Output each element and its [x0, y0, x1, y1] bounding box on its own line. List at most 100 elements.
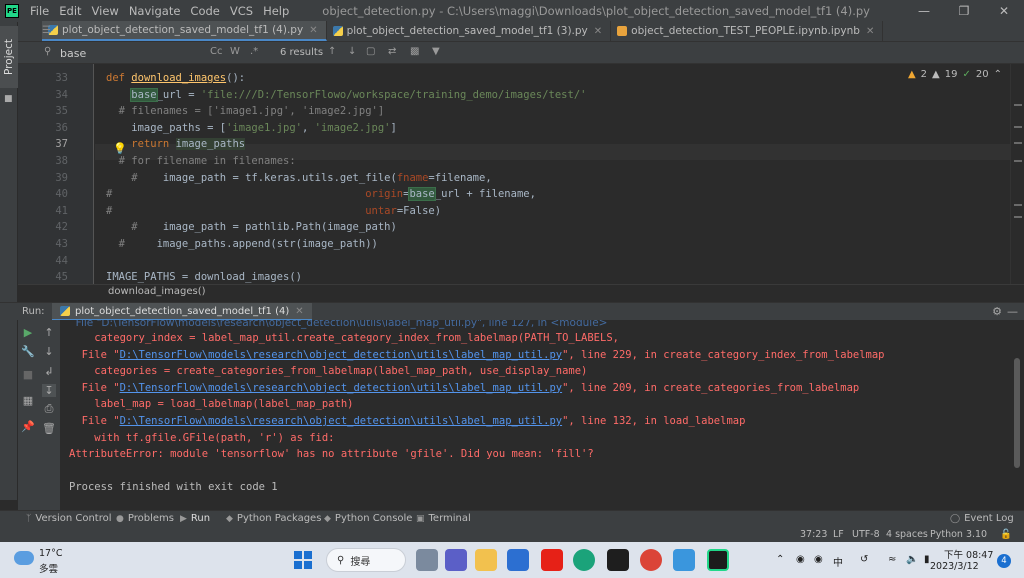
soft-wrap-icon[interactable]: ↲ — [42, 365, 56, 378]
close-tab-icon[interactable]: ✕ — [295, 306, 303, 317]
start-button[interactable] — [294, 551, 312, 569]
speaker-icon[interactable]: 🔈 — [906, 554, 918, 565]
close-tab-icon[interactable]: ✕ — [309, 25, 317, 36]
menu-view[interactable]: View — [87, 0, 124, 22]
print-icon[interactable]: ⎙ — [42, 402, 56, 416]
gear-icon[interactable]: ⚙ — [992, 305, 1002, 318]
menu-edit[interactable]: Edit — [54, 0, 86, 22]
console-scroll-thumb[interactable] — [1014, 358, 1020, 468]
menu-code[interactable]: Code — [185, 0, 224, 22]
whole-words-button[interactable]: W — [230, 46, 240, 57]
breadcrumb-function[interactable]: download_images() — [108, 286, 206, 297]
file-link[interactable]: D:\TensorFlow\models\research\object_det… — [120, 415, 563, 427]
weather-description[interactable]: 多雲 — [39, 561, 58, 575]
python-interpreter[interactable]: Python 3.10 — [930, 529, 987, 540]
scroll-to-end-icon[interactable]: ↧ — [42, 384, 56, 397]
pycharm-logo-icon[interactable]: PE — [5, 4, 19, 18]
microsoft-store-icon[interactable] — [507, 549, 529, 571]
tray-app-icon[interactable]: ◉ — [796, 554, 805, 565]
python-packages-tool[interactable]: ◆ Python Packages — [226, 513, 321, 524]
tab-list-icon[interactable]: ☰ — [42, 25, 51, 36]
inspections-widget[interactable]: ▲ 2 ▲ 19 ✓ 20 ⌃ — [908, 69, 1002, 80]
tray-overflow-icon[interactable]: ⌃ — [776, 554, 784, 565]
wrench-icon[interactable]: 🔧 — [21, 345, 35, 358]
select-all-occurrences-icon[interactable]: ▢ — [366, 46, 375, 57]
up-arrow-icon[interactable]: ↑ — [42, 326, 56, 339]
wifi-icon[interactable]: ≈ — [888, 554, 896, 565]
code-editor[interactable]: 33 34 35 36 37 38 39 40 41 42 43 44 45 💡 def downloa… — [18, 64, 1024, 284]
chrome-icon[interactable] — [640, 549, 662, 571]
ime-mode-icon[interactable]: ↺ — [860, 554, 868, 565]
notepad-icon[interactable] — [673, 549, 695, 571]
indent-setting[interactable]: 4 spaces — [886, 529, 928, 540]
pycharm-taskbar-icon[interactable] — [707, 549, 729, 571]
minimize-icon[interactable]: — — [904, 0, 944, 22]
tab-plot-3[interactable]: plot_object_detection_saved_model_tf1 (3… — [327, 21, 612, 41]
layout-icon[interactable]: ▦ — [21, 394, 35, 407]
menu-file[interactable]: File — [25, 0, 54, 22]
file-link[interactable]: D:\TensorFlow\models\research\object_det… — [120, 382, 563, 394]
down-arrow-icon[interactable]: ↓ — [42, 345, 56, 358]
stop-icon[interactable]: ■ — [21, 368, 35, 381]
run-console-output[interactable]: File "D:\TensorFlow\models\research\obje… — [60, 320, 1010, 510]
task-view-icon[interactable] — [416, 549, 438, 571]
next-match-icon[interactable]: ↓ — [348, 46, 356, 57]
error-stripe-mark[interactable] — [1014, 126, 1022, 128]
battery-icon[interactable]: ▮ — [924, 554, 930, 565]
regex-button[interactable]: .* — [250, 46, 258, 57]
rerun-icon[interactable]: ▶ — [21, 326, 35, 339]
tray-app-icon[interactable]: ◉ — [814, 554, 823, 565]
folder-icon[interactable]: ■ — [4, 94, 14, 104]
error-stripe-mark[interactable] — [1014, 204, 1022, 206]
editor-scrollbar[interactable] — [1010, 64, 1024, 284]
close-window-icon[interactable]: ✕ — [984, 0, 1024, 22]
breadcrumb[interactable]: download_images() — [18, 284, 1024, 300]
menu-help[interactable]: Help — [258, 0, 294, 22]
error-stripe-mark[interactable] — [1014, 142, 1022, 144]
hide-panel-icon[interactable]: — — [1007, 305, 1018, 318]
weather-temperature[interactable]: 17°C — [39, 548, 62, 559]
file-encoding[interactable]: UTF-8 — [852, 529, 880, 540]
edge-browser-icon[interactable] — [573, 549, 595, 571]
pin-icon[interactable]: 📌 — [21, 420, 35, 433]
clock-time[interactable]: 下午 08:47 — [944, 547, 993, 561]
tab-notebook[interactable]: object_detection_TEST_PEOPLE.ipynb.ipynb… — [611, 21, 884, 41]
ime-indicator[interactable]: 中 — [833, 554, 843, 569]
previous-match-icon[interactable]: ↑ — [328, 46, 336, 57]
show-in-find-window-icon[interactable]: ⇄ — [388, 46, 396, 57]
close-tab-icon[interactable]: ✕ — [866, 26, 874, 37]
file-link[interactable]: D:\TensorFlow\models\research\object_det… — [120, 349, 563, 361]
tab-plot-4[interactable]: plot_object_detection_saved_model_tf1 (4… — [42, 21, 327, 41]
error-stripe-mark[interactable] — [1014, 216, 1022, 218]
python-console-tool[interactable]: ◆ Python Console — [324, 513, 412, 524]
clock-date[interactable]: 2023/3/12 — [930, 561, 979, 572]
open-filter-icon[interactable]: ▩ — [410, 46, 419, 57]
line-separator[interactable]: LF — [833, 529, 844, 540]
menu-navigate[interactable]: Navigate — [124, 0, 186, 22]
trash-icon[interactable]: 🗑 — [42, 422, 56, 435]
lock-icon[interactable]: 🔓 — [1000, 529, 1012, 540]
problems-tool[interactable]: ● Problems — [116, 513, 174, 524]
match-case-button[interactable]: Cc — [210, 46, 222, 57]
cloud-icon[interactable] — [14, 551, 34, 565]
caret-position[interactable]: 37:23 — [800, 529, 827, 540]
close-tab-icon[interactable]: ✕ — [594, 26, 602, 37]
notification-badge[interactable]: 4 — [997, 554, 1011, 568]
run-tool[interactable]: ▶ Run — [180, 513, 210, 524]
error-stripe-mark[interactable] — [1014, 104, 1022, 106]
restore-icon[interactable]: ❐ — [944, 0, 984, 22]
youtube-icon[interactable] — [541, 549, 563, 571]
version-control-tool[interactable]: ᛉ Version Control — [26, 513, 112, 524]
teams-chat-icon[interactable] — [445, 549, 467, 571]
error-stripe-mark[interactable] — [1014, 160, 1022, 162]
run-config-tab[interactable]: plot_object_detection_saved_model_tf1 (4… — [52, 303, 312, 321]
console-scrollbar[interactable] — [1010, 320, 1024, 510]
terminal-app-icon[interactable] — [607, 549, 629, 571]
terminal-tool[interactable]: ▣ Terminal — [416, 513, 471, 524]
menu-vcs[interactable]: VCS — [225, 0, 258, 22]
project-tool-button[interactable]: Project — [0, 26, 18, 88]
file-explorer-icon[interactable] — [475, 549, 497, 571]
taskbar-search[interactable]: ⚲ 搜尋 — [326, 548, 406, 572]
filter-icon[interactable]: ▼ — [432, 46, 440, 57]
event-log-tool[interactable]: ◯ Event Log — [950, 513, 1014, 524]
